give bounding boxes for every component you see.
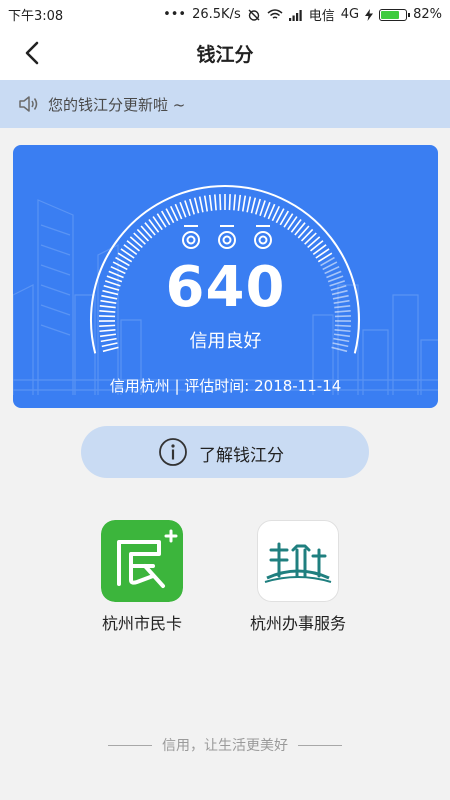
gauge-tick	[203, 195, 209, 212]
update-notice: 您的钱江分更新啦 ~	[0, 80, 450, 128]
gauge-tick	[259, 200, 266, 216]
gauge-tick	[179, 201, 187, 218]
gauge-tick	[254, 198, 262, 215]
carrier-label: 电信	[308, 9, 335, 24]
gauge-tick	[184, 200, 191, 216]
gauge-tick	[304, 232, 317, 245]
medal-icons	[182, 225, 272, 249]
gauge-tick	[246, 196, 252, 213]
battery-level	[381, 10, 400, 19]
score-card: 640 信用良好 信用杭州 | 评估时间: 2018-11-14	[13, 145, 438, 408]
battery-percent: 82%	[413, 7, 442, 22]
gauge-tick	[250, 197, 257, 214]
learn-about-label: 了解钱江分	[199, 446, 284, 466]
app-citizen-card-label: 杭州市民卡	[101, 614, 182, 633]
gauge-tick	[233, 194, 236, 211]
gauge-tick	[241, 195, 247, 212]
gauge-tick	[300, 228, 314, 242]
gauge-tick	[188, 198, 196, 215]
score-value: 640	[165, 255, 286, 320]
gauge-tick	[237, 194, 242, 211]
slogan-text: 信用，让生活更美好	[162, 738, 288, 754]
nav-bar: 钱江分	[0, 26, 450, 80]
gauge-tick	[198, 196, 204, 213]
network-speed: 26.5K/s	[192, 7, 241, 22]
signal-icon	[288, 9, 302, 21]
notice-text: 您的钱江分更新啦 ~	[48, 96, 186, 114]
charging-icon	[365, 8, 374, 21]
app-hangzhou-service[interactable]: 杭州办事服务	[223, 520, 373, 640]
gauge-tick	[219, 194, 222, 211]
gauge-tick	[263, 201, 271, 218]
gauge-tick	[136, 228, 150, 242]
slogan-divider-right	[298, 744, 342, 746]
status-time: 下午3:08	[8, 9, 64, 24]
app-hangzhou-service-label: 杭州办事服务	[249, 614, 346, 633]
app-citizen-card[interactable]: 杭州市民卡	[67, 520, 217, 640]
status-indicators: ••• 26.5K/s 电信 4G 82%	[163, 5, 442, 24]
wifi-icon	[267, 8, 283, 19]
gauge-tick	[193, 197, 200, 214]
speaker-icon	[19, 96, 38, 112]
alarm-mute-icon	[248, 9, 260, 21]
slogan: 信用，让生活更美好	[0, 734, 450, 756]
gauge-tick	[214, 194, 217, 211]
info-icon	[159, 438, 187, 466]
gauge-tick	[228, 194, 231, 211]
score-source-date: 信用杭州 | 评估时间: 2018-11-14	[109, 377, 342, 395]
gauge-tick	[133, 232, 146, 245]
slogan-divider-left	[108, 744, 152, 746]
learn-about-button[interactable]: 了解钱江分	[81, 426, 369, 478]
status-bar: 下午3:08 ••• 26.5K/s 电信 4G 82%	[0, 0, 450, 26]
battery-icon	[379, 8, 411, 21]
page-title: 钱江分	[196, 44, 254, 66]
gauge-tick	[208, 194, 213, 211]
citizen-card-icon	[101, 520, 183, 602]
network-type: 4G	[340, 7, 360, 22]
status-dots: •••	[163, 7, 187, 22]
score-level: 信用良好	[189, 331, 262, 352]
hangzhou-service-icon	[257, 520, 339, 602]
